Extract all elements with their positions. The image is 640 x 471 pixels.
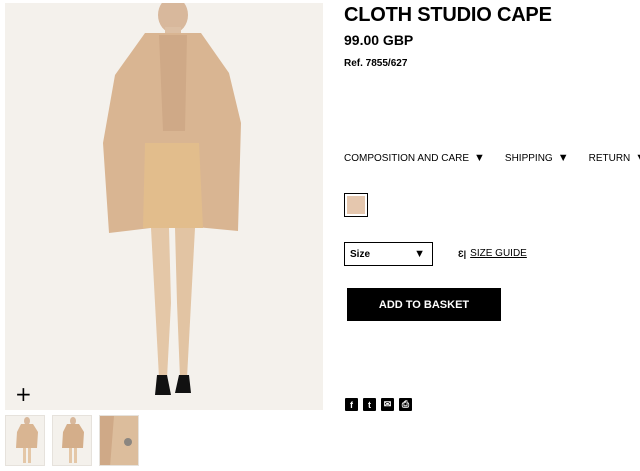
share-icons: f t ✉ ⎙ <box>345 398 412 411</box>
twitter-icon[interactable]: t <box>363 398 376 411</box>
product-reference: Ref. 7855/627 <box>344 58 408 69</box>
model-figure <box>5 3 323 410</box>
color-swatch[interactable] <box>344 193 368 217</box>
triangle-down-icon: ▼ <box>474 152 485 164</box>
thumbnail-front[interactable] <box>5 415 45 466</box>
facebook-icon[interactable]: f <box>345 398 358 411</box>
plus-icon[interactable]: + <box>15 384 32 404</box>
swatch-color <box>347 196 365 214</box>
product-title: CLOTH STUDIO CAPE <box>344 4 552 26</box>
triangle-down-icon: ▼ <box>557 152 569 164</box>
tab-label: RETURN <box>588 152 631 164</box>
triangle-down-icon: ▼ <box>414 248 425 260</box>
thumbnail-back[interactable] <box>52 415 92 466</box>
product-price: 99.00 GBP <box>344 32 414 48</box>
size-dropdown[interactable]: Size ▼ <box>344 242 433 266</box>
info-tabs: COMPOSITION AND CARE ▼ SHIPPING ▼ RETURN… <box>344 152 640 164</box>
thumbnail-strip <box>5 415 139 466</box>
tab-return[interactable]: RETURN ▼ <box>589 152 640 164</box>
size-selected-value: Size <box>350 248 371 260</box>
thumbnail-detail[interactable] <box>99 415 139 466</box>
size-guide-label: SIZE GUIDE <box>470 248 527 259</box>
tab-shipping[interactable]: SHIPPING ▼ <box>505 152 589 164</box>
tab-composition-and-care[interactable]: COMPOSITION AND CARE ▼ <box>344 152 505 164</box>
triangle-down-icon: ▼ <box>635 152 640 164</box>
main-product-image[interactable]: + <box>5 3 323 410</box>
add-to-basket-button[interactable]: ADD TO BASKET <box>347 288 501 321</box>
print-icon[interactable]: ⎙ <box>399 398 412 411</box>
email-icon[interactable]: ✉ <box>381 398 394 411</box>
tab-label: SHIPPING <box>504 152 553 164</box>
tab-label: COMPOSITION AND CARE <box>344 152 470 164</box>
size-guide-icon: Ɛ| <box>458 248 467 259</box>
size-guide-link[interactable]: Ɛ| SIZE GUIDE <box>458 248 527 259</box>
